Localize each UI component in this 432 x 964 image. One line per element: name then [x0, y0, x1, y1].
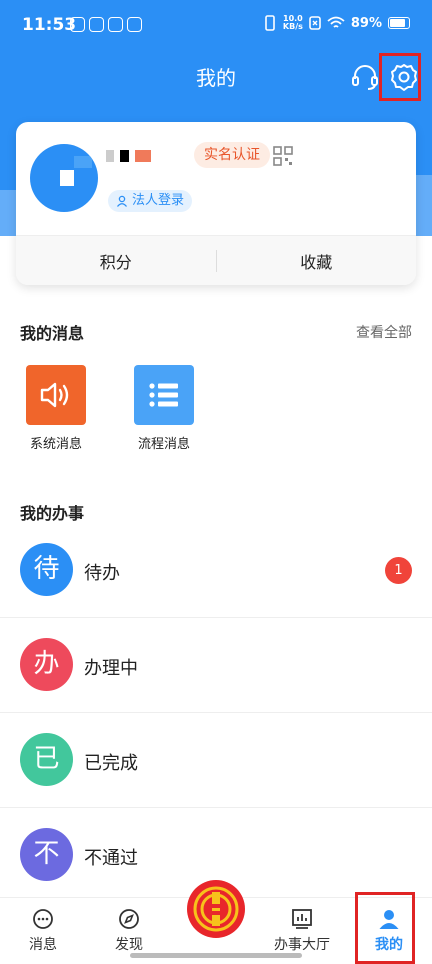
- rejected-icon: 不: [20, 828, 73, 881]
- legal-login-label: 法人登录: [132, 193, 185, 208]
- battery-icon: [388, 17, 410, 29]
- task-label: 待办: [84, 563, 120, 584]
- task-row-in-progress[interactable]: 办 办理中: [0, 618, 432, 713]
- pending-icon: 待: [20, 543, 73, 596]
- favorites-button[interactable]: 收藏: [217, 249, 417, 273]
- chart-icon: [292, 909, 312, 929]
- system-messages-label: 系统消息: [29, 437, 82, 452]
- nav-item-service-hall[interactable]: 办事大厅: [262, 908, 342, 954]
- nav-item-discover[interactable]: 发现: [89, 908, 169, 954]
- task-row-completed[interactable]: 已 已完成: [0, 713, 432, 808]
- speaker-icon: [26, 365, 86, 425]
- vibrate-icon: [265, 15, 275, 31]
- headset-icon[interactable]: [350, 62, 380, 92]
- nav-label: 发现: [115, 937, 143, 953]
- task-row-pending[interactable]: 待 待办 1: [0, 523, 432, 618]
- app-notification-icon: [108, 17, 123, 32]
- view-all-link[interactable]: 查看全部: [356, 322, 412, 342]
- system-messages-item[interactable]: 系统消息: [16, 365, 96, 452]
- task-label: 办理中: [84, 658, 138, 679]
- card-bottom-bar: 积分 收藏: [16, 235, 416, 285]
- nav-item-messages[interactable]: 消息: [3, 908, 83, 954]
- points-button[interactable]: 积分: [16, 249, 216, 273]
- qr-code-icon[interactable]: [273, 146, 293, 166]
- mine-tab-highlight-box: [355, 892, 415, 964]
- home-indicator[interactable]: [130, 953, 302, 958]
- unread-count-badge: 1: [385, 557, 412, 584]
- completed-icon: 已: [20, 733, 73, 786]
- status-app-icons: [70, 17, 142, 32]
- status-right: 10.0 KB/s 89%: [263, 15, 410, 31]
- nav-label: 消息: [29, 937, 57, 953]
- status-bar: 11:53 10.0 KB/s 89%: [0, 0, 432, 52]
- battery-percent: 89%: [350, 15, 382, 31]
- app-notification-icon: [127, 17, 142, 32]
- wifi-icon: [327, 16, 345, 28]
- settings-highlight-box: [379, 53, 421, 101]
- messages-section-title: 我的消息: [20, 324, 85, 343]
- verified-badge: 实名认证: [194, 142, 270, 168]
- compass-icon: [119, 909, 139, 929]
- task-label: 已完成: [84, 753, 138, 774]
- network-speed: 10.0 KB/s: [283, 15, 303, 31]
- app-notification-icon: [70, 17, 85, 32]
- avatar[interactable]: [30, 144, 98, 212]
- union-logo-button[interactable]: [187, 880, 245, 938]
- person-outline-icon: [116, 195, 128, 207]
- status-time: 11:53: [22, 15, 77, 35]
- nav-label: 办事大厅: [274, 937, 330, 953]
- union-logo-icon: [193, 886, 239, 932]
- task-label: 不通过: [84, 848, 138, 869]
- tasks-section-title: 我的办事: [20, 504, 85, 523]
- chat-icon: [33, 909, 53, 929]
- legal-login-button[interactable]: 法人登录: [108, 190, 193, 212]
- network-speed-unit: KB/s: [282, 22, 303, 31]
- process-messages-item[interactable]: 流程消息: [124, 365, 204, 452]
- process-messages-label: 流程消息: [137, 437, 190, 452]
- sim-icon: [309, 16, 321, 30]
- page: 11:53 10.0 KB/s 89% 我的 实名认证 法人登录 积分 收藏 我…: [0, 0, 432, 964]
- profile-card: 实名认证 法人登录 积分 收藏: [16, 122, 416, 285]
- app-notification-icon: [89, 17, 104, 32]
- username-redacted: [106, 150, 151, 162]
- in-progress-icon: 办: [20, 638, 73, 691]
- list-icon: [134, 365, 194, 425]
